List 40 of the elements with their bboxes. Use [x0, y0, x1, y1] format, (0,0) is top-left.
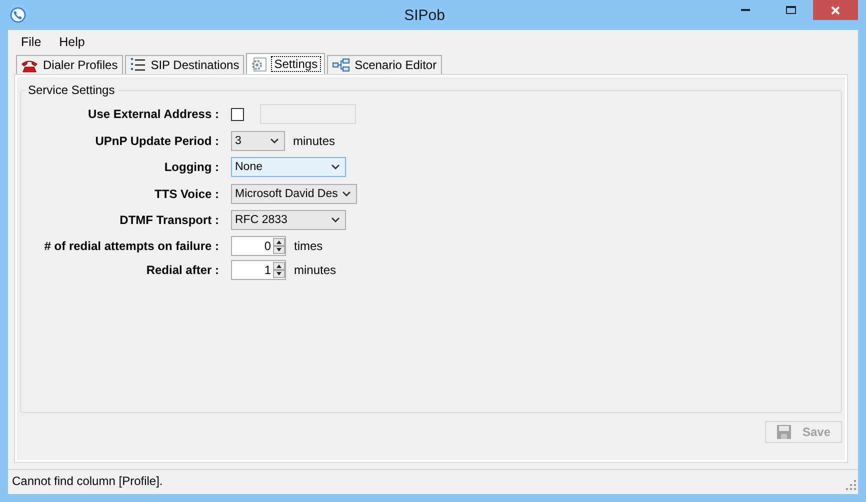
close-icon	[831, 6, 840, 14]
list-icon	[130, 58, 146, 72]
field-label: TTS Voice :	[154, 186, 219, 201]
tab[interactable]: Scenario Editor	[326, 55, 442, 74]
resize-grip-icon	[846, 480, 856, 490]
field-label: # of redial attempts on failure :	[43, 238, 219, 252]
dropdown[interactable]: Microsoft David Des	[231, 184, 357, 204]
status-text: Cannot find column [Profile].	[12, 474, 163, 488]
phone-icon	[21, 58, 38, 72]
field-label: DTMF Transport :	[118, 213, 219, 228]
spin-down-icon	[273, 270, 285, 278]
spin-up-icon	[273, 262, 285, 270]
phone-logo-icon	[10, 7, 26, 23]
unit-label: minutes	[293, 134, 336, 148]
gear-icon	[251, 56, 268, 72]
menu-item[interactable]: Help	[50, 34, 94, 52]
number-spinner[interactable]: 0	[231, 236, 286, 256]
group-title: Service Settings	[27, 83, 116, 97]
window-title: SIPob	[403, 6, 446, 24]
tab[interactable]: Dialer Profiles	[16, 55, 123, 74]
menu-item[interactable]: File	[12, 34, 50, 52]
tab[interactable]: SIP Destinations	[124, 55, 244, 74]
dropdown[interactable]: None	[231, 157, 346, 178]
field-label: UPnP Update Period :	[94, 134, 219, 148]
close-button[interactable]	[813, 0, 858, 20]
maximize-icon	[786, 6, 796, 14]
unit-label: times	[294, 238, 323, 252]
spin-up-icon	[273, 238, 285, 246]
spin-down-icon	[273, 246, 285, 254]
dropdown[interactable]: 3	[231, 130, 285, 151]
field-label: Redial after :	[145, 262, 219, 276]
minimize-icon	[741, 9, 750, 11]
dropdown[interactable]: RFC 2833	[231, 210, 346, 230]
unit-label: minutes	[294, 262, 336, 276]
tab[interactable]: Settings	[246, 53, 325, 74]
number-spinner[interactable]: 1	[231, 260, 286, 280]
field-label: Logging :	[163, 160, 219, 174]
diagram-icon	[332, 58, 350, 72]
field-label: Use External Address :	[87, 107, 219, 122]
checkbox[interactable]	[231, 108, 244, 121]
